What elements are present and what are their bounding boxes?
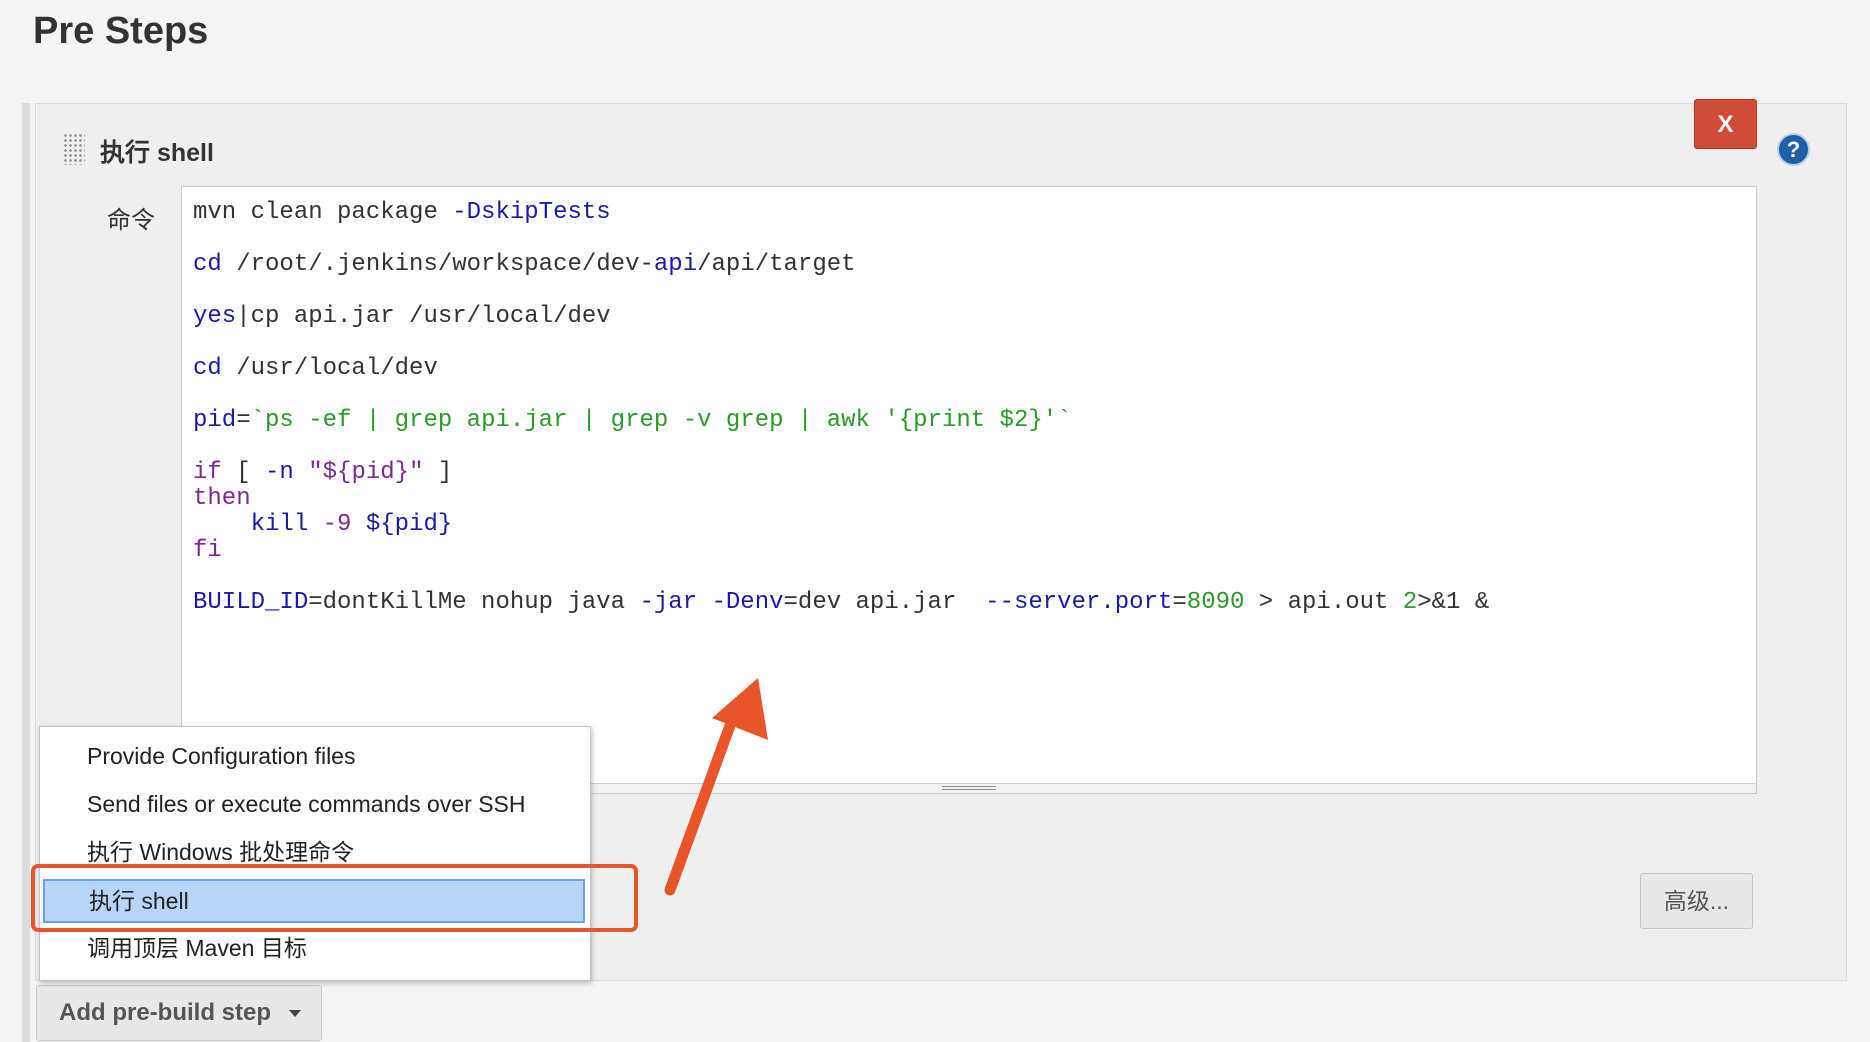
code-token: kill (193, 511, 323, 538)
code-token: cd (193, 251, 222, 278)
command-label: 命令 (107, 207, 155, 234)
code-token: /api/target (697, 251, 856, 278)
code-line: mvn clean package -DskipTests (193, 200, 611, 226)
code-token: "${pid}" (308, 459, 424, 486)
code-token: =dontKillMe nohup java (308, 589, 640, 616)
annotation-arrow (664, 678, 768, 896)
add-pre-build-step-button[interactable]: Add pre-build step (36, 985, 322, 1041)
code-token: 2 (1402, 589, 1418, 616)
code-token: if (193, 459, 222, 486)
code-token: fi (193, 537, 222, 564)
add-step-dropdown-menu: Provide Configuration files Send files o… (39, 726, 591, 981)
code-token: `ps -ef | grep api.jar | grep -v grep | … (250, 407, 1072, 434)
add-step-label: Add pre-build step (59, 999, 271, 1026)
code-token: -Denv (711, 589, 784, 616)
menu-item-send-files-ssh[interactable]: Send files or execute commands over SSH (40, 783, 590, 825)
code-line: cd /usr/local/dev (193, 356, 438, 382)
code-token: = (1172, 589, 1187, 616)
help-icon[interactable]: ? (1777, 133, 1810, 166)
code-token: /root/.jenkins/workspace/dev- (221, 251, 654, 278)
code-token: ${pid} (351, 511, 453, 538)
code-token: -jar (639, 589, 698, 616)
code-token: api (653, 251, 698, 278)
advanced-button[interactable]: 高级... (1640, 873, 1753, 929)
code-token: -DskipTests (452, 199, 611, 226)
code-token: |cp api.jar /usr/local/dev (236, 303, 611, 330)
code-token: pid (193, 407, 237, 434)
code-token: >&1 & (1417, 589, 1490, 616)
command-editor[interactable]: mvn clean package -DskipTests cd /root/.j… (181, 186, 1757, 794)
code-token: -n (265, 459, 294, 486)
code-line: if [ -n "${pid}" ] (193, 460, 452, 486)
code-line: BUILD_ID=dontKillMe nohup java -jar -Den… (193, 590, 1489, 616)
code-token: mvn clean package (193, 199, 453, 226)
code-line: fi (193, 538, 222, 564)
code-token: =dev api.jar (783, 589, 986, 616)
caret-down-icon (289, 1010, 301, 1017)
code-token: cd (193, 355, 222, 382)
step-left-bar (22, 103, 30, 1042)
code-token: --server.port (985, 589, 1173, 616)
code-line: then (193, 486, 251, 512)
section-title: Pre Steps (33, 10, 209, 52)
code-token: ] (423, 459, 453, 486)
code-token: 8090 (1186, 589, 1245, 616)
code-line: kill -9 ${pid} (193, 511, 453, 538)
code-token: [ (221, 459, 266, 486)
delete-step-button[interactable]: X (1694, 99, 1757, 149)
code-token: BUILD_ID (193, 589, 309, 616)
code-token: yes (193, 303, 237, 330)
menu-item-invoke-maven[interactable]: 调用顶层 Maven 目标 (40, 927, 590, 969)
code-token: /usr/local/dev (221, 355, 438, 382)
code-line: pid=`ps -ef | grep api.jar | grep -v gre… (193, 408, 1072, 434)
resize-grip-icon (942, 786, 996, 790)
code-token: then (193, 485, 251, 512)
code-line: cd /root/.jenkins/workspace/dev-api/api/… (193, 252, 856, 278)
code-token: -9 (322, 511, 352, 538)
code-token: = (236, 407, 251, 434)
drag-handle-icon[interactable] (63, 133, 85, 165)
code-token: > api.out (1244, 589, 1403, 616)
step-title: 执行 shell (100, 139, 214, 167)
annotation-highlight-box (31, 864, 638, 932)
code-line: yes|cp api.jar /usr/local/dev (193, 304, 611, 330)
menu-item-provide-config-files[interactable]: Provide Configuration files (40, 735, 590, 777)
